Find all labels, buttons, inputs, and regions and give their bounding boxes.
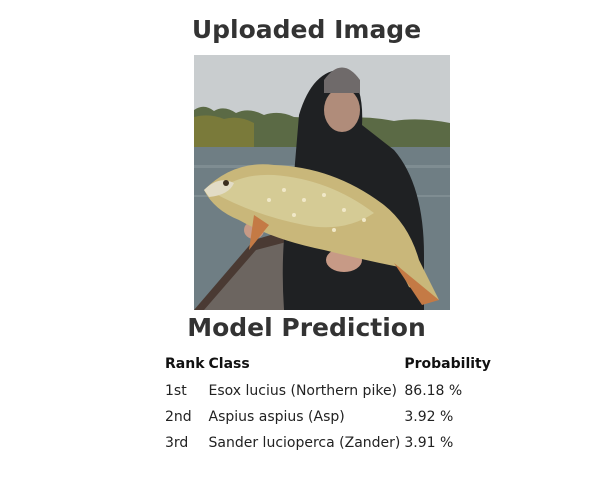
probability-cell: 3.92 %: [404, 409, 454, 425]
rank-cell: 1st: [165, 383, 187, 399]
probability-cell: 3.91 %: [404, 435, 454, 451]
table-row: 2nd Aspius aspius (Asp) 3.92 %: [163, 406, 493, 432]
rank-cell: 2nd: [165, 409, 192, 425]
class-cell: Sander lucioperca (Zander): [208, 435, 401, 451]
class-cell: Aspius aspius (Asp): [208, 409, 345, 425]
prediction-table: Rank Class Probability 1st Esox lucius (…: [163, 352, 493, 458]
class-cell: Esox lucius (Northern pike): [208, 383, 398, 399]
table-row: 3rd Sander lucioperca (Zander) 3.91 %: [163, 432, 493, 458]
rank-column-header: Rank: [165, 356, 205, 372]
prediction-table-header: Rank Class Probability: [163, 352, 493, 380]
class-column-header: Class: [208, 356, 250, 372]
fish-photo-illustration: [194, 55, 450, 310]
uploaded-photo: [194, 55, 450, 310]
probability-column-header: Probability: [404, 356, 491, 372]
table-row: 1st Esox lucius (Northern pike) 86.18 %: [163, 380, 493, 406]
model-prediction-heading: Model Prediction: [187, 313, 426, 342]
probability-cell: 86.18 %: [404, 383, 463, 399]
rank-cell: 3rd: [165, 435, 189, 451]
uploaded-image-heading: Uploaded Image: [191, 15, 422, 44]
